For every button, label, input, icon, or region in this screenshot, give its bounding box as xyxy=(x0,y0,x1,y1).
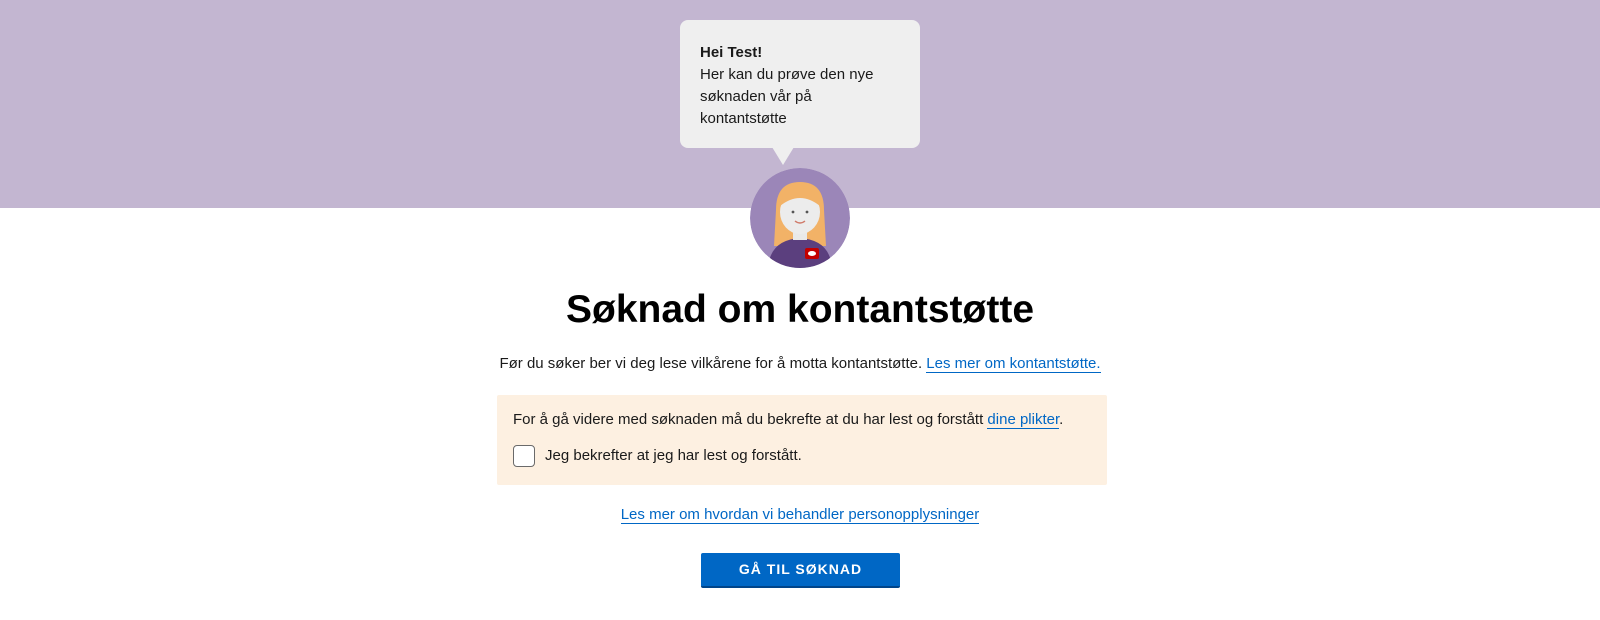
privacy-link-container: Les mer om hvordan vi behandler personop… xyxy=(0,504,1600,526)
confirmation-panel: For å gå videre med søknaden må du bekre… xyxy=(497,395,1107,485)
intro-text: Før du søker ber vi deg lese vilkårene f… xyxy=(499,355,927,372)
speech-bubble-tail xyxy=(772,147,794,165)
confirm-checkbox-label[interactable]: Jeg bekrefter at jeg har lest og forståt… xyxy=(545,445,802,467)
confirm-checkbox-row[interactable]: Jeg bekrefter at jeg har lest og forståt… xyxy=(513,445,1091,467)
speech-bubble: Hei Test! Her kan du prøve den nye søkna… xyxy=(680,20,920,148)
bubble-greeting: Hei Test! xyxy=(700,44,763,61)
confirmation-trailing-text: . xyxy=(1059,411,1064,428)
page: Hei Test! Her kan du prøve den nye søkna… xyxy=(0,0,1600,620)
bubble-message: Her kan du prøve den nye søknaden vår på… xyxy=(700,66,874,127)
go-to-application-button[interactable]: GÅ TIL SØKNAD xyxy=(701,553,900,588)
veileder-avatar-icon xyxy=(750,168,850,268)
privacy-link[interactable]: Les mer om hvordan vi behandler personop… xyxy=(620,506,980,524)
confirm-checkbox[interactable] xyxy=(513,445,535,467)
read-more-kontantstotte-link[interactable]: Les mer om kontantstøtte. xyxy=(926,355,1101,373)
confirmation-text: For å gå videre med søknaden må du bekre… xyxy=(513,409,1091,431)
confirmation-lead-text: For å gå videre med søknaden må du bekre… xyxy=(513,411,988,428)
page-title: Søknad om kontantstøtte xyxy=(565,288,1035,331)
intro-paragraph: Før du søker ber vi deg lese vilkårene f… xyxy=(0,353,1600,375)
dine-plikter-link[interactable]: dine plikter xyxy=(987,411,1060,429)
